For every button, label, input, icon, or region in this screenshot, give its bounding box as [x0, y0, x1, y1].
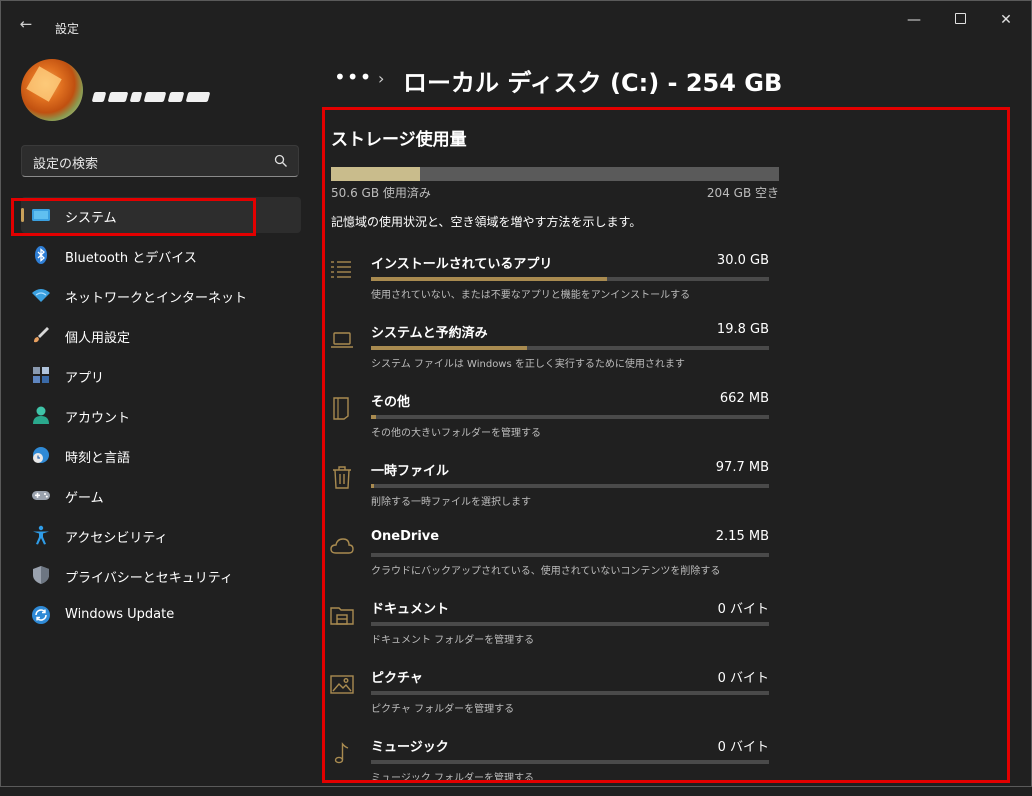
- sidebar-item-personalization[interactable]: 個人用設定: [21, 317, 301, 353]
- bluetooth-icon: [35, 246, 47, 264]
- username-redacted: [91, 87, 233, 105]
- page-title: ローカル ディスク (C:) - 254 GB: [403, 69, 783, 97]
- accessibility-icon: [33, 525, 49, 545]
- sidebar-item-privacy-security[interactable]: プライバシーとセキュリティ: [21, 557, 301, 593]
- avatar[interactable]: [21, 59, 83, 121]
- maximize-icon: [954, 13, 966, 24]
- breadcrumb-more-button[interactable]: •••: [334, 65, 372, 89]
- monitor-icon: [32, 209, 50, 221]
- sidebar-item-label: ネットワークとインターネット: [65, 291, 248, 306]
- sidebar-item-bluetooth[interactable]: Bluetooth とデバイス: [21, 237, 301, 273]
- sidebar-item-apps[interactable]: アプリ: [21, 357, 301, 393]
- minimize-button[interactable]: —: [891, 9, 937, 31]
- breadcrumb-separator: ›: [378, 69, 385, 88]
- search-placeholder: 設定の検索: [33, 157, 99, 172]
- brush-icon: [34, 327, 49, 343]
- search-input[interactable]: 設定の検索: [21, 145, 299, 177]
- sidebar-item-label: システム: [65, 211, 117, 226]
- sidebar-item-system[interactable]: システム: [21, 197, 301, 233]
- active-indicator: [21, 208, 24, 222]
- sidebar-item-accessibility[interactable]: アクセシビリティ: [21, 517, 301, 553]
- sidebar-item-label: Bluetooth とデバイス: [65, 251, 197, 266]
- sidebar-item-label: アクセシビリティ: [65, 531, 168, 546]
- sidebar-item-label: アプリ: [65, 371, 105, 386]
- maximize-button[interactable]: [937, 9, 983, 31]
- wifi-icon: [32, 289, 50, 302]
- app-title: 設定: [55, 22, 80, 36]
- sidebar-item-label: ゲーム: [65, 491, 104, 506]
- avatar-image: [26, 66, 62, 102]
- person-icon: [33, 406, 49, 424]
- sidebar-nav: システム Bluetooth とデバイス ネットワークとインターネット 個人用設…: [21, 197, 301, 637]
- close-button[interactable]: ✕: [983, 9, 1029, 31]
- sidebar-item-label: Windows Update: [65, 607, 175, 622]
- sidebar-item-label: プライバシーとセキュリティ: [65, 571, 233, 586]
- title-bar: ← 設定 — ✕: [1, 1, 1031, 45]
- sidebar-item-accounts[interactable]: アカウント: [21, 397, 301, 433]
- sidebar-item-label: 個人用設定: [65, 331, 131, 346]
- sidebar-item-windows-update[interactable]: Windows Update: [21, 597, 301, 633]
- globe-clock-icon: [33, 447, 49, 463]
- search-icon: [274, 154, 287, 167]
- sidebar-item-label: アカウント: [65, 411, 131, 426]
- sidebar-item-network[interactable]: ネットワークとインターネット: [21, 277, 301, 313]
- sidebar-item-time-language[interactable]: 時刻と言語: [21, 437, 301, 473]
- sidebar-item-label: 時刻と言語: [65, 451, 131, 466]
- back-button[interactable]: ←: [15, 15, 37, 33]
- highlight-frame-storage: [322, 107, 1010, 783]
- gamepad-icon: [32, 491, 50, 500]
- sidebar-item-gaming[interactable]: ゲーム: [21, 477, 301, 513]
- update-icon: [32, 606, 50, 624]
- shield-icon: [33, 566, 49, 584]
- settings-window: ← 設定 — ✕ 設定の検索 システム Bluetooth とデバイス ネットワ…: [0, 0, 1032, 787]
- apps-icon: [33, 367, 49, 383]
